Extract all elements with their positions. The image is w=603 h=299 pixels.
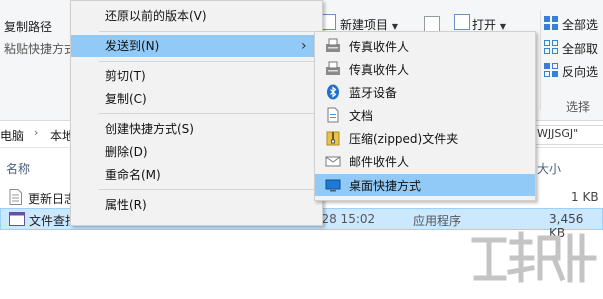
select-group-label: 选择 <box>566 100 591 114</box>
send-to-fax-recipient[interactable]: 传真收件人 <box>315 35 535 57</box>
column-header-size[interactable]: 大小 <box>537 160 561 177</box>
text-file-icon <box>9 189 22 205</box>
menu-item-restore-versions[interactable]: 还原以前的版本(V) <box>71 5 322 27</box>
submenu-item-label: 邮件收件人 <box>349 155 410 169</box>
menu-separator <box>99 113 319 114</box>
menu-item-label: 发送到(N) <box>105 39 160 53</box>
chevron-down-icon: ▼ <box>391 22 398 31</box>
submenu-item-label: 桌面快捷方式 <box>349 179 422 193</box>
menu-separator <box>99 61 319 62</box>
menu-item-label: 创建快捷方式(S) <box>105 122 194 136</box>
menu-item-label: 剪切(T) <box>105 69 146 83</box>
submenu-item-label: 传真收件人 <box>349 40 410 54</box>
invert-selection-icon <box>544 63 558 77</box>
menu-item-label: 属性(R) <box>105 198 147 212</box>
menu-item-label: 还原以前的版本(V) <box>105 9 207 23</box>
menu-item-send-to[interactable]: 发送到(N) › <box>71 35 322 57</box>
ribbon-divider <box>540 10 541 110</box>
select-all-icon <box>544 16 558 30</box>
send-to-fax-recipient[interactable]: 传真收件人 <box>315 58 535 80</box>
chevron-down-icon: ▼ <box>499 22 506 31</box>
menu-item-delete[interactable]: 删除(D) <box>71 141 322 163</box>
file-type: 应用程序 <box>413 214 462 228</box>
fax-icon <box>326 38 340 52</box>
search-text: WJJSGJ" <box>537 127 579 140</box>
watermark-logo <box>470 228 598 299</box>
select-none-button[interactable]: 全部取 <box>562 40 598 57</box>
submenu-item-label: 蓝牙设备 <box>349 86 398 100</box>
copy-path-button[interactable]: 复制路径 <box>4 18 52 35</box>
search-input[interactable]: WJJSGJ" <box>528 125 603 145</box>
send-to-submenu: 传真收件人 传真收件人 蓝牙设备 文档 压缩(zipped)文件夹 邮件收件人 … <box>314 31 536 201</box>
menu-item-properties[interactable]: 属性(R) <box>71 194 322 216</box>
menu-item-create-shortcut[interactable]: 创建快捷方式(S) <box>71 118 322 140</box>
file-size: 1 KB <box>571 190 599 204</box>
select-all-button[interactable]: 全部选 <box>562 16 598 33</box>
breadcrumb-pc[interactable]: 电脑 <box>0 127 24 144</box>
new-item-icon <box>322 14 336 30</box>
documents-icon <box>327 107 339 123</box>
application-icon <box>9 212 25 226</box>
submenu-item-label: 传真收件人 <box>349 63 410 77</box>
send-to-zip-folder[interactable]: 压缩(zipped)文件夹 <box>315 127 535 149</box>
breadcrumb-separator-icon: › <box>34 126 39 139</box>
column-header-name[interactable]: 名称 <box>6 160 30 177</box>
send-to-bluetooth[interactable]: 蓝牙设备 <box>315 81 535 103</box>
zip-folder-icon <box>326 131 340 146</box>
menu-item-cut[interactable]: 剪切(T) <box>71 65 322 87</box>
file-name: 更新日志 <box>28 192 77 206</box>
chevron-right-icon: › <box>301 38 307 54</box>
context-menu: 还原以前的版本(V) 发送到(N) › 剪切(T) 复制(C) 创建快捷方式(S… <box>70 0 323 226</box>
menu-separator <box>99 189 319 190</box>
open-icon <box>454 14 470 30</box>
menu-item-label: 复制(C) <box>105 92 147 106</box>
desktop-icon <box>325 179 341 192</box>
menu-item-copy[interactable]: 复制(C) <box>71 88 322 110</box>
fax-icon <box>326 61 340 75</box>
submenu-item-label: 文档 <box>349 109 374 123</box>
send-to-mail-recipient[interactable]: 邮件收件人 <box>315 150 535 172</box>
send-to-documents[interactable]: 文档 <box>315 104 535 126</box>
submenu-item-label: 压缩(zipped)文件夹 <box>349 132 459 146</box>
open-label: 打开 <box>472 18 497 32</box>
invert-selection-button[interactable]: 反向选 <box>562 63 598 80</box>
select-none-icon <box>544 40 558 54</box>
mail-icon <box>325 156 341 167</box>
menu-item-label: 删除(D) <box>105 145 148 159</box>
menu-item-label: 重命名(M) <box>105 168 161 182</box>
send-to-desktop-shortcut[interactable]: 桌面快捷方式 <box>315 174 535 196</box>
paste-shortcut-button[interactable]: 粘贴快捷方式 <box>4 40 76 57</box>
menu-separator <box>99 31 319 32</box>
bluetooth-icon <box>327 84 339 100</box>
new-item-label: 新建项目 <box>340 18 389 32</box>
menu-item-rename[interactable]: 重命名(M) <box>71 164 322 186</box>
